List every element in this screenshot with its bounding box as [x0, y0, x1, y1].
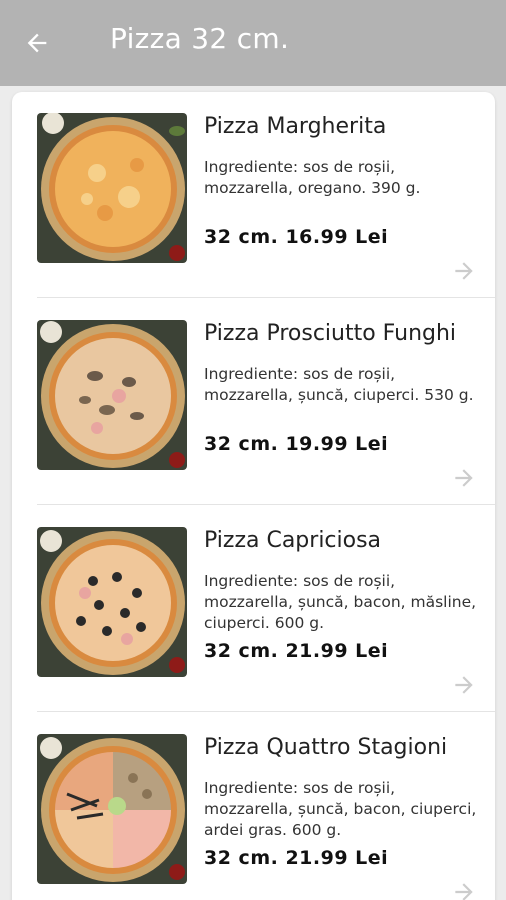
divider [37, 297, 495, 298]
product-item-quattro-stagioni[interactable]: Pizza Quattro Stagioni Ingrediente: sos … [12, 713, 495, 900]
pizza-quattro-stagioni-image [37, 734, 187, 884]
product-item-margherita[interactable]: Pizza Margherita Ingrediente: sos de roș… [12, 92, 495, 298]
pizza-capriciosa-image [37, 527, 187, 677]
product-ingredients: Ingrediente: sos de roșii, mozzarella, ș… [204, 572, 477, 632]
pizza-prosciutto-funghi-image [37, 320, 187, 470]
product-price: 32 cm. 19.99 Lei [204, 433, 389, 455]
product-item-prosciutto-funghi[interactable]: Pizza Prosciutto Funghi Ingrediente: sos… [12, 299, 495, 505]
arrow-right-icon[interactable] [451, 465, 477, 491]
arrow-right-icon[interactable] [451, 672, 477, 698]
product-list: Pizza Margherita Ingrediente: sos de roș… [12, 92, 495, 900]
back-button[interactable] [20, 26, 54, 60]
product-ingredients: Ingrediente: sos de roșii, mozzarella, ș… [204, 365, 474, 404]
arrow-left-icon [27, 33, 47, 53]
page-title: Pizza 32 cm. [110, 22, 290, 55]
product-name: Pizza Prosciutto Funghi [204, 321, 457, 346]
product-ingredients: Ingrediente: sos de roșii, mozzarella, o… [204, 158, 421, 197]
pizza-margherita-image [37, 113, 187, 263]
product-price: 32 cm. 21.99 Lei [204, 640, 389, 662]
product-item-capriciosa[interactable]: Pizza Capriciosa Ingrediente: sos de roș… [12, 506, 495, 712]
product-price: 32 cm. 16.99 Lei [204, 226, 389, 248]
product-price: 32 cm. 21.99 Lei [204, 847, 389, 869]
divider [37, 504, 495, 505]
app-bar: Pizza 32 cm. [0, 0, 506, 86]
product-name: Pizza Quattro Stagioni [204, 735, 448, 760]
arrow-right-icon[interactable] [451, 879, 477, 900]
product-name: Pizza Capriciosa [204, 528, 382, 553]
arrow-right-icon[interactable] [451, 258, 477, 284]
divider [37, 711, 495, 712]
product-name: Pizza Margherita [204, 114, 387, 139]
product-ingredients: Ingrediente: sos de roșii, mozzarella, ș… [204, 779, 477, 839]
